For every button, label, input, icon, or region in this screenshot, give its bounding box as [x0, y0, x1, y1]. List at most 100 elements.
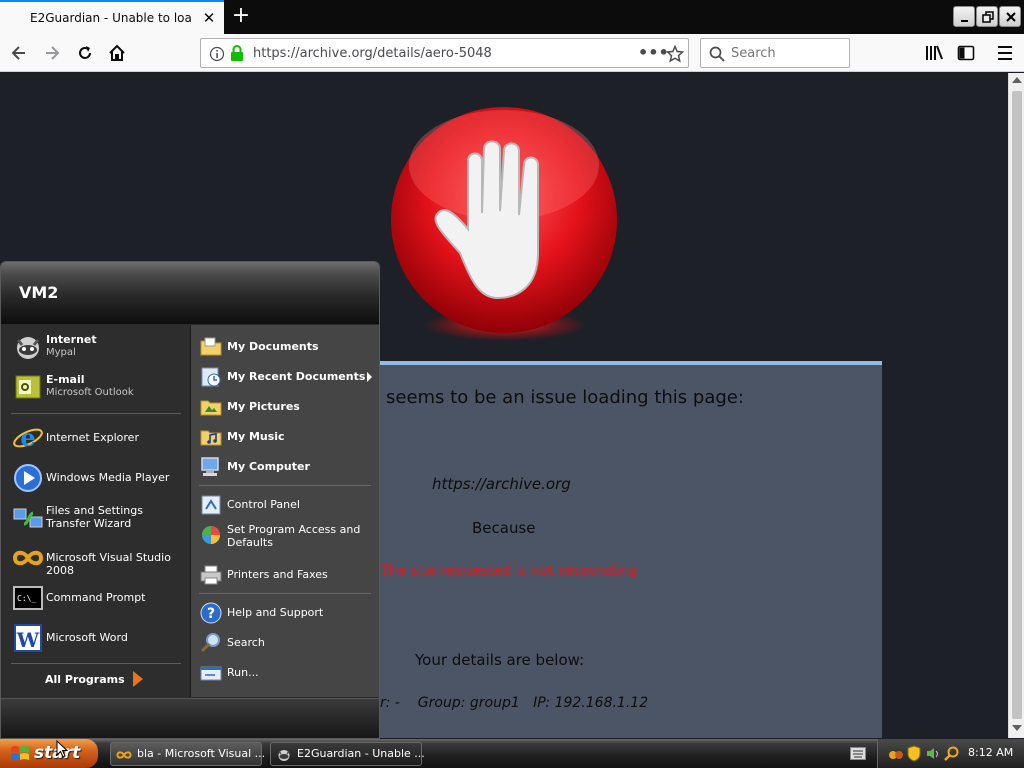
navigation-toolbar: https://archive.org/details/aero-5048 ••…	[0, 34, 1024, 72]
volume-icon[interactable]	[925, 746, 940, 761]
tab-close-icon[interactable]: ✕	[201, 10, 217, 26]
run-icon	[200, 666, 222, 681]
place-help-support[interactable]: ? Help and Support	[197, 599, 377, 627]
program-windows-media-player[interactable]: Windows Media Player	[9, 460, 187, 496]
place-run[interactable]: Run...	[197, 659, 377, 687]
close-window-button[interactable]	[999, 6, 1021, 27]
info-icon[interactable]	[209, 46, 225, 62]
sidebar-icon[interactable]	[957, 44, 975, 62]
start-menu-header: VM2	[1, 262, 379, 324]
start-menu-places: My Documents My Recent Documents My Pict…	[190, 325, 379, 697]
program-files-settings-transfer[interactable]: Files and Settings Transfer Wizard	[9, 500, 187, 536]
url-bar[interactable]: https://archive.org/details/aero-5048 ••…	[200, 38, 689, 68]
tray-search-icon[interactable]	[944, 746, 959, 761]
svg-text:e: e	[20, 423, 35, 452]
network-icon[interactable]	[888, 746, 904, 761]
start-button[interactable]: start	[0, 739, 98, 768]
details-heading: Your details are below:	[415, 651, 585, 669]
folder-icon	[200, 337, 222, 356]
task-e2guardian[interactable]: E2Guardian - Unable ...	[270, 742, 425, 766]
recent-documents-icon	[201, 367, 221, 387]
url-text[interactable]: https://archive.org/details/aero-5048	[253, 46, 492, 61]
reload-icon	[79, 46, 91, 59]
pinned-internet[interactable]: Internet Mypal	[9, 329, 187, 365]
svg-text:?: ?	[207, 606, 215, 622]
program-microsoft-word[interactable]: W Microsoft Word	[9, 620, 187, 656]
user-details: r: - Group: group1 IP: 192.168.1.12	[380, 695, 649, 711]
program-visual-studio-2008[interactable]: Microsoft Visual Studio 2008	[9, 540, 187, 577]
place-my-documents[interactable]: My Documents	[197, 333, 377, 361]
browser-tab[interactable]: E2Guardian - Unable to load websi ✕	[0, 0, 224, 34]
internet-explorer-icon: e	[13, 423, 43, 452]
place-label: My Documents	[227, 340, 319, 353]
place-my-music[interactable]: My Music	[197, 423, 377, 451]
pictures-folder-icon	[200, 400, 222, 416]
place-label: Search	[227, 636, 265, 649]
forward-arrow-icon	[46, 46, 60, 60]
mypal-icon	[278, 750, 290, 761]
place-label: My Recent Documents	[227, 370, 366, 383]
tab-title: E2Guardian - Unable to load websi	[30, 11, 192, 25]
new-tab-button[interactable]: +	[229, 4, 253, 28]
tab-favicon-icon	[10, 12, 24, 26]
place-search[interactable]: Search	[197, 629, 377, 657]
home-button[interactable]	[104, 40, 130, 66]
pinned-email[interactable]: E-mail Microsoft Outlook	[9, 369, 187, 405]
pinned-sublabel: Microsoft Outlook	[46, 387, 134, 398]
task-label: bla - Microsoft Visual ...	[137, 747, 266, 760]
hamburger-menu-icon[interactable]	[996, 45, 1014, 61]
mypal-icon	[16, 337, 40, 359]
place-label: My Computer	[227, 460, 310, 473]
place-label: Printers and Faxes	[227, 568, 328, 581]
svg-text:C:\_: C:\_	[17, 594, 36, 603]
start-menu: VM2 Internet Mypal E-mail Microsoft Outl…	[0, 261, 380, 739]
program-label: Windows Media Player	[46, 471, 170, 484]
page-scrollbar[interactable]	[1008, 73, 1024, 738]
scroll-thumb[interactable]	[1012, 91, 1022, 719]
shield-icon[interactable]	[907, 745, 921, 762]
place-my-computer[interactable]: My Computer	[197, 453, 377, 481]
place-label: Run...	[227, 666, 259, 679]
place-my-recent-documents[interactable]: My Recent Documents	[197, 363, 377, 391]
place-set-program-access[interactable]: Set Program Access and Defaults	[197, 521, 377, 555]
search-icon	[709, 46, 725, 62]
all-programs-arrow-icon[interactable]	[131, 670, 145, 688]
place-control-panel[interactable]: Control Panel	[197, 491, 377, 519]
bookmark-star-icon[interactable]	[666, 45, 684, 63]
place-printers-faxes[interactable]: Printers and Faxes	[197, 561, 377, 589]
svg-text:W: W	[16, 628, 40, 652]
place-label: My Music	[227, 430, 285, 443]
mouse-cursor-icon	[56, 740, 68, 758]
transfer-wizard-icon	[13, 508, 43, 528]
lock-icon[interactable]	[230, 45, 244, 62]
forward-button[interactable]	[39, 40, 65, 66]
menu-separator	[199, 485, 371, 486]
library-icon[interactable]	[924, 44, 944, 62]
task-visual-studio[interactable]: bla - Microsoft Visual ...	[110, 742, 266, 766]
search-input[interactable]	[731, 45, 841, 61]
program-label: Command Prompt	[46, 591, 146, 604]
keyboard-icon[interactable]	[850, 747, 866, 760]
pinned-label: E-mail	[46, 373, 85, 386]
menu-separator	[11, 413, 181, 414]
restore-button[interactable]	[976, 6, 998, 27]
minimize-button[interactable]	[953, 6, 975, 27]
back-arrow-icon	[11, 46, 25, 60]
program-internet-explorer[interactable]: e Internet Explorer	[9, 420, 187, 456]
back-button[interactable]	[6, 40, 32, 66]
search-bar[interactable]	[700, 38, 850, 68]
scroll-down-arrow-icon[interactable]	[1012, 725, 1022, 731]
because-label: Because	[472, 519, 536, 537]
scroll-up-arrow-icon[interactable]	[1012, 77, 1022, 83]
pinned-sublabel: Mypal	[46, 347, 76, 358]
error-message-panel: seems to be an issue loading this page: …	[360, 361, 882, 738]
place-my-pictures[interactable]: My Pictures	[197, 393, 377, 421]
visual-studio-icon	[116, 751, 132, 759]
all-programs-button[interactable]: All Programs	[45, 673, 125, 686]
blocked-site-url: https://archive.org	[432, 475, 571, 493]
page-actions-icon[interactable]: •••	[638, 43, 669, 62]
reload-button[interactable]	[72, 40, 98, 66]
program-command-prompt[interactable]: C:\_ Command Prompt	[9, 580, 187, 616]
program-label: Microsoft Word	[46, 631, 128, 644]
user-name: VM2	[19, 283, 59, 302]
